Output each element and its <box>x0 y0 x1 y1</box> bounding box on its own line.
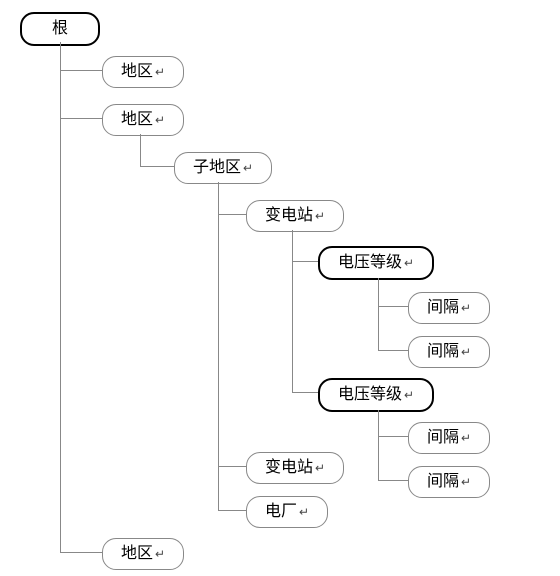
node-voltage-1: 电压等级↵ <box>318 246 434 280</box>
return-mark: ↵ <box>315 209 325 223</box>
node-bay-3: 间隔↵ <box>408 422 490 454</box>
node-substation-1: 变电站↵ <box>246 200 344 232</box>
connector <box>218 182 219 511</box>
node-plant: 电厂↵ <box>246 496 328 528</box>
connector <box>292 392 318 393</box>
connector <box>60 118 102 119</box>
node-bay-4: 间隔↵ <box>408 466 490 498</box>
node-region-2: 地区↵ <box>102 104 184 136</box>
label-bay-3: 间隔 <box>427 429 459 446</box>
label-bay-1: 间隔 <box>427 299 459 316</box>
return-mark: ↵ <box>315 461 325 475</box>
node-region-3: 地区↵ <box>102 538 184 570</box>
connector <box>218 510 246 511</box>
return-mark: ↵ <box>404 388 414 402</box>
connector <box>378 480 408 481</box>
connector <box>140 166 174 167</box>
connector <box>140 134 141 167</box>
label-region-1: 地区 <box>121 63 153 80</box>
connector <box>218 214 246 215</box>
label-region-3: 地区 <box>121 545 153 562</box>
connector <box>378 306 408 307</box>
return-mark: ↵ <box>404 256 414 270</box>
connector <box>378 278 379 351</box>
connector <box>378 436 408 437</box>
label-bay-2: 间隔 <box>427 343 459 360</box>
connector <box>292 230 293 393</box>
connector <box>378 410 379 481</box>
label-substation-2: 变电站 <box>265 459 313 476</box>
return-mark: ↵ <box>461 345 471 359</box>
return-mark: ↵ <box>461 431 471 445</box>
connector <box>60 70 102 71</box>
node-subregion: 子地区↵ <box>174 152 272 184</box>
connector <box>218 466 246 467</box>
connector <box>378 350 408 351</box>
return-mark: ↵ <box>299 505 309 519</box>
label-bay-4: 间隔 <box>427 473 459 490</box>
return-mark: ↵ <box>461 301 471 315</box>
node-region-1: 地区↵ <box>102 56 184 88</box>
return-mark: ↵ <box>155 547 165 561</box>
label-voltage-1: 电压等级 <box>338 254 402 271</box>
node-substation-2: 变电站↵ <box>246 452 344 484</box>
label-subregion: 子地区 <box>193 159 241 176</box>
connector <box>292 261 318 262</box>
node-bay-1: 间隔↵ <box>408 292 490 324</box>
return-mark: ↵ <box>243 161 253 175</box>
label-root: 根 <box>52 20 68 37</box>
node-voltage-2: 电压等级↵ <box>318 378 434 412</box>
node-bay-2: 间隔↵ <box>408 336 490 368</box>
connector <box>60 552 102 553</box>
label-substation-1: 变电站 <box>265 207 313 224</box>
return-mark: ↵ <box>155 65 165 79</box>
label-region-2: 地区 <box>121 111 153 128</box>
label-voltage-2: 电压等级 <box>338 386 402 403</box>
return-mark: ↵ <box>461 475 471 489</box>
label-plant: 电厂 <box>265 503 297 520</box>
return-mark: ↵ <box>155 113 165 127</box>
